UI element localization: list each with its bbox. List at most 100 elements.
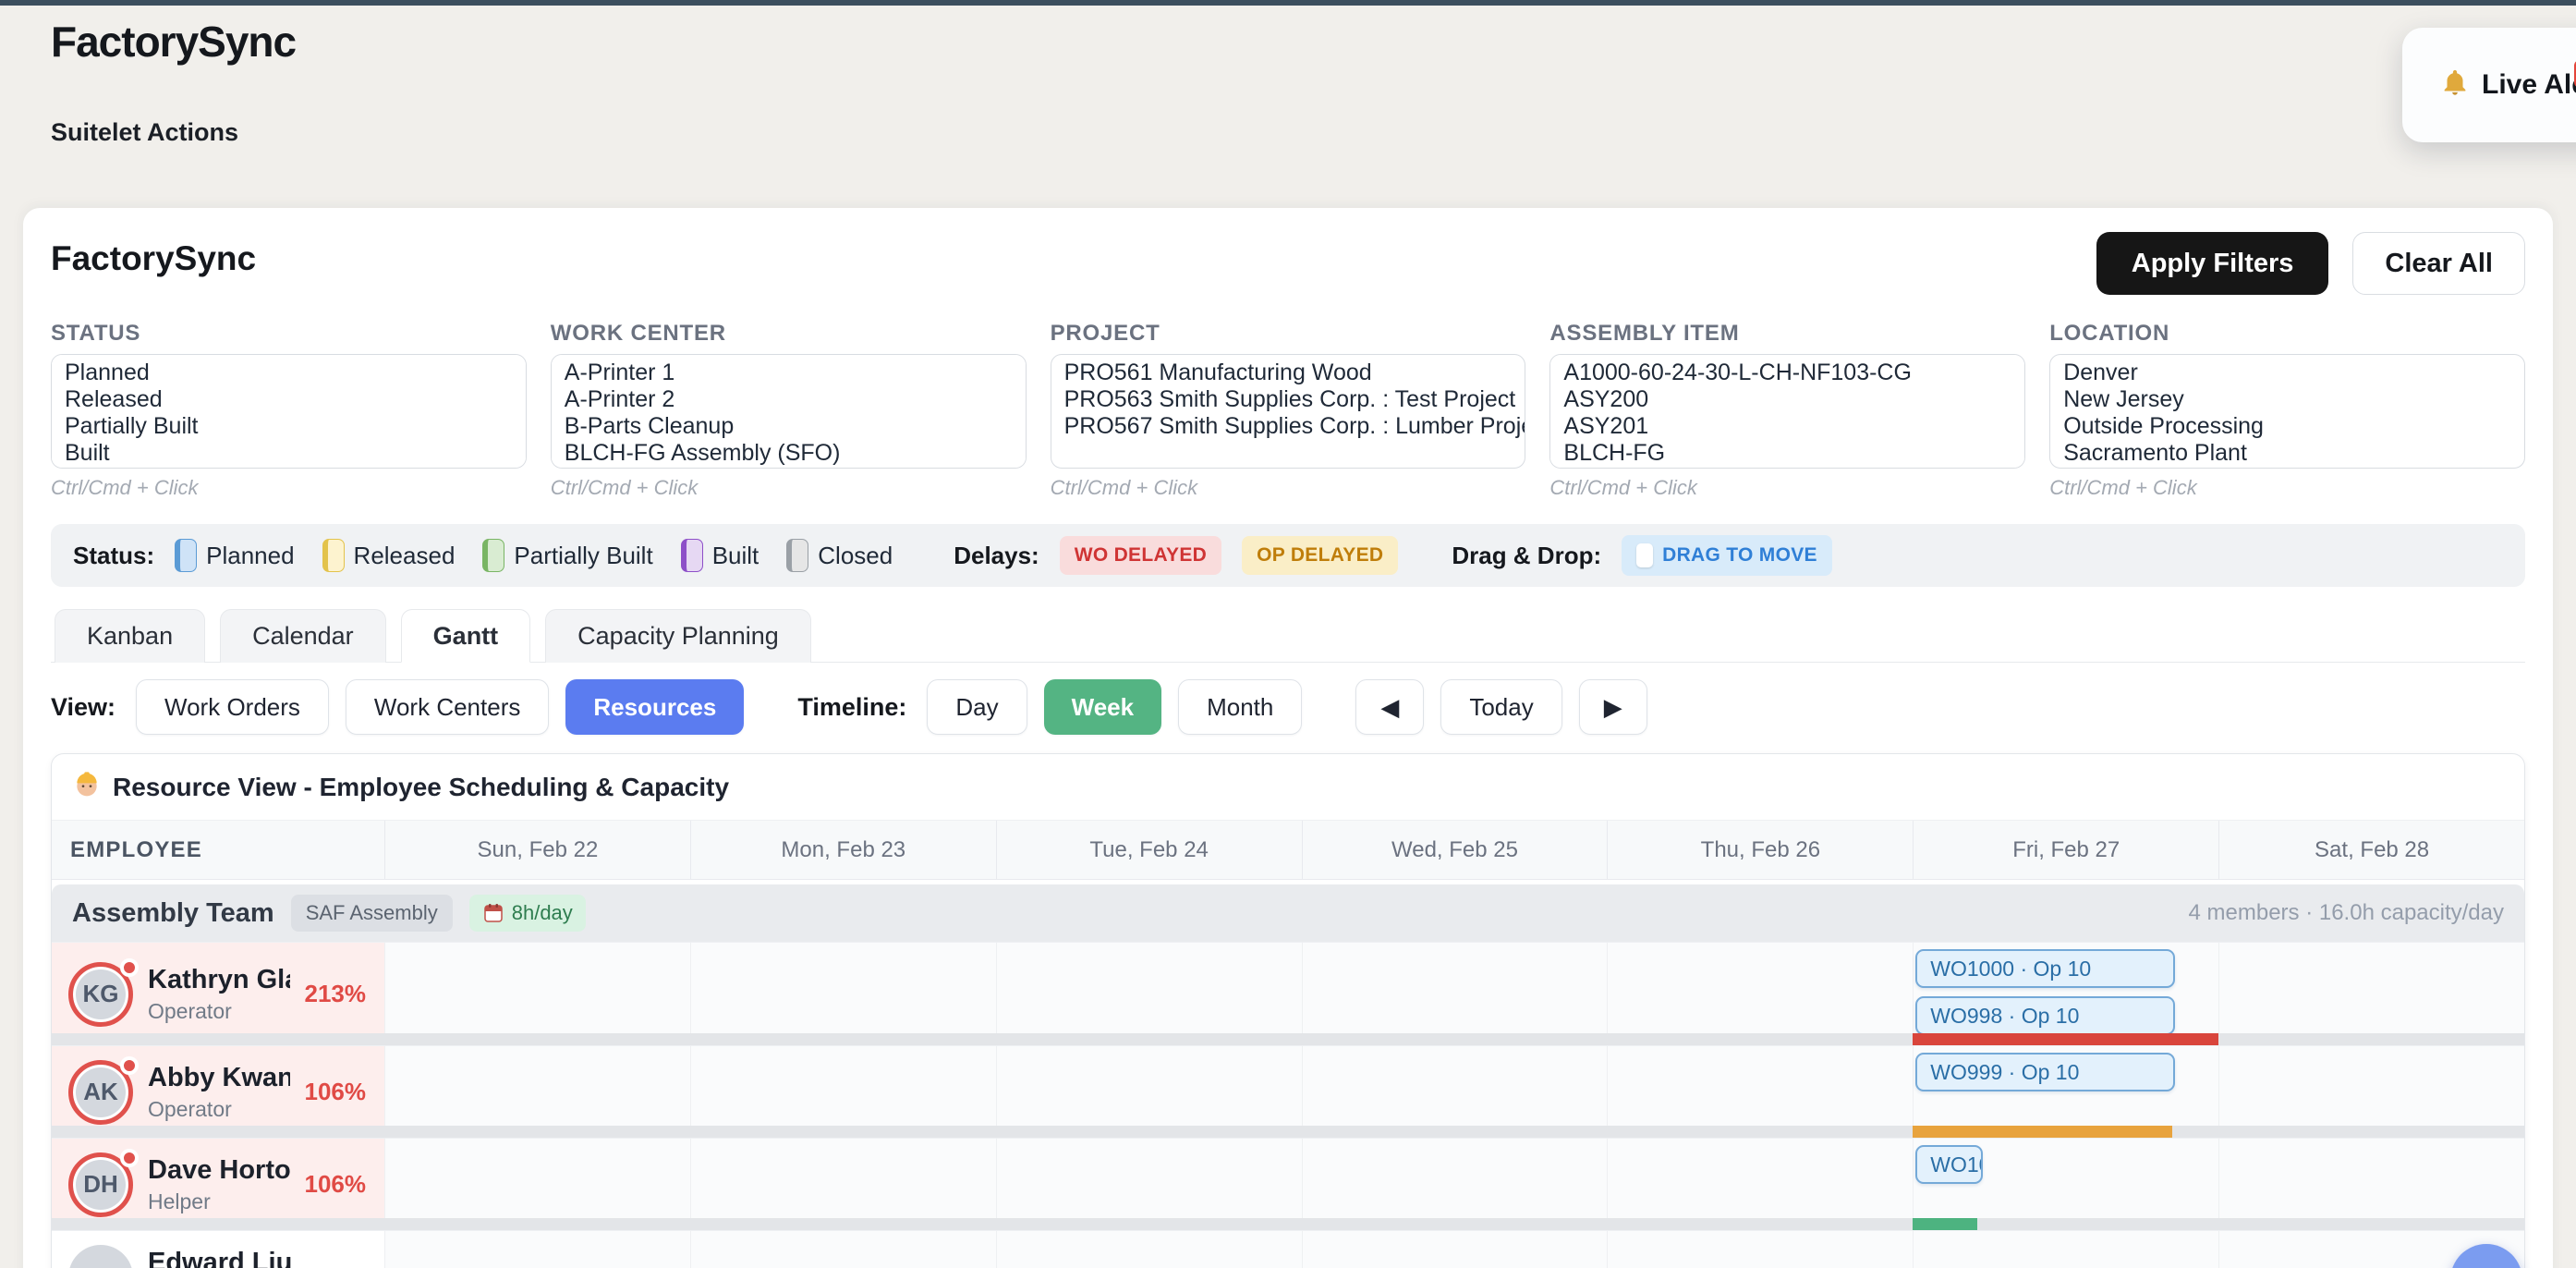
day-cell [690, 1231, 996, 1268]
work-order-bar[interactable]: WO999 · Op 10 [1915, 1053, 2174, 1091]
filter-hint: Ctrl/Cmd + Click [51, 476, 527, 500]
tab-kanban[interactable]: Kanban [55, 609, 205, 663]
filter-option[interactable]: Denver [2063, 360, 2524, 386]
filter-label: WORK CENTER [551, 321, 1027, 347]
capacity-strip-fill [1913, 1218, 1976, 1230]
drag-handle-icon [1636, 543, 1653, 567]
timeline-month-button[interactable]: Month [1178, 679, 1302, 735]
calendar-icon [482, 902, 504, 924]
filter-option[interactable]: B-Parts Cleanup [565, 413, 1026, 440]
employee-cell[interactable]: KG Kathryn Gla... Operator 213% [52, 943, 384, 1045]
wo-delayed-badge: WO DELAYED [1060, 536, 1221, 575]
day-cell [384, 1139, 690, 1230]
apply-filters-button[interactable]: Apply Filters [2096, 232, 2329, 295]
filter-hint: Ctrl/Cmd + Click [551, 476, 1027, 500]
released-swatch [322, 539, 345, 572]
work-order-bar[interactable]: WO998 · Op 10 [1915, 996, 2174, 1035]
filter-option[interactable]: PRO563 Smith Supplies Corp. : Test Proje… [1064, 386, 1525, 413]
team-summary: 4 members · 16.0h capacity/day [2189, 900, 2505, 926]
filter-option[interactable]: BLCH-FG [1563, 440, 2024, 467]
day-cell [996, 1139, 1302, 1230]
employee-name: Abby Kwan [148, 1063, 290, 1093]
day-cell: WO1000 · Op 10 WO998 · Op 10 [1913, 943, 2218, 1045]
filter-group-work-center: WORK CENTER A-Printer 1 A-Printer 2 B-Pa… [551, 321, 1027, 500]
day-cell [1302, 1231, 1608, 1268]
project-listbox[interactable]: PRO561 Manufacturing Wood PRO563 Smith S… [1051, 354, 1526, 469]
legend-item-partially-built: Partially Built [482, 539, 652, 572]
employee-cell[interactable]: DH Dave Horton Helper 106% [52, 1139, 384, 1230]
overload-dot [120, 1149, 139, 1167]
filter-hint: Ctrl/Cmd + Click [1051, 476, 1526, 500]
view-work-centers-button[interactable]: Work Centers [346, 679, 549, 735]
today-button[interactable]: Today [1440, 679, 1561, 735]
assembly-item-listbox[interactable]: A1000-60-24-30-L-CH-NF103-CG ASY200 ASY2… [1549, 354, 2025, 469]
day-header: Wed, Feb 25 [1302, 821, 1608, 879]
filter-label: LOCATION [2049, 321, 2525, 347]
work-center-listbox[interactable]: A-Printer 1 A-Printer 2 B-Parts Cleanup … [551, 354, 1027, 469]
filter-option[interactable]: Sacramento Plant [2063, 440, 2524, 467]
filter-option[interactable]: BLCH-FG-24 (SFO) [565, 467, 1026, 469]
app-title: FactorySync [51, 17, 296, 67]
view-resources-button[interactable]: Resources [565, 679, 744, 735]
planned-swatch [175, 539, 197, 572]
work-order-bar[interactable]: WO1000 · Op 10 [1915, 949, 2174, 988]
prev-period-button[interactable]: ◀ [1355, 679, 1424, 735]
filter-option[interactable]: Planned [65, 360, 526, 386]
filter-option[interactable]: A-Printer 2 [565, 386, 1026, 413]
day-cell: WO1001 · Op 10 [1913, 1139, 2218, 1230]
employee-row: AK Abby Kwan Operator 106% WO999 · Op 10 [52, 1045, 2524, 1138]
day-cell [996, 1231, 1302, 1268]
filter-option[interactable]: Closed [65, 467, 526, 469]
tab-calendar[interactable]: Calendar [220, 609, 386, 663]
resource-view-card: Resource View - Employee Scheduling & Ca… [51, 753, 2525, 1268]
legend-dragdrop-label: Drag & Drop: [1452, 542, 1601, 570]
filter-option[interactable]: Released [65, 386, 526, 413]
work-order-bar[interactable]: WO1001 · Op 10 [1915, 1145, 1983, 1184]
employee-row: EL Edward Liu Helper [52, 1230, 2524, 1268]
team-group-header[interactable]: Assembly Team SAF Assembly 8h/day 4 memb… [52, 884, 2524, 942]
employee-cell[interactable]: AK Abby Kwan Operator 106% [52, 1046, 384, 1138]
tab-capacity-planning[interactable]: Capacity Planning [545, 609, 811, 663]
legend-item-built: Built [681, 539, 759, 572]
filter-hint: Ctrl/Cmd + Click [2049, 476, 2525, 500]
day-cell [1607, 1231, 1913, 1268]
day-cell [2218, 1046, 2524, 1138]
location-listbox[interactable]: Denver New Jersey Outside Processing Sac… [2049, 354, 2525, 469]
employee-cell[interactable]: EL Edward Liu Helper [52, 1231, 384, 1268]
gantt-controls: View: Work Orders Work Centers Resources… [51, 679, 2525, 735]
filter-option[interactable]: Built [65, 440, 526, 467]
next-period-button[interactable]: ▶ [1579, 679, 1647, 735]
filter-label: PROJECT [1051, 321, 1526, 347]
live-alerts-panel[interactable]: Live Alerts [2402, 28, 2576, 142]
timeline-day-button[interactable]: Day [927, 679, 1027, 735]
status-listbox[interactable]: Planned Released Partially Built Built C… [51, 354, 527, 469]
timeline-week-button[interactable]: Week [1044, 679, 1161, 735]
filter-option[interactable]: ASY200 [1563, 386, 2024, 413]
filter-group-status: STATUS Planned Released Partially Built … [51, 321, 527, 500]
worker-icon [72, 769, 102, 805]
filter-option[interactable]: Outside Processing [2063, 413, 2524, 440]
view-work-orders-button[interactable]: Work Orders [136, 679, 329, 735]
filter-option[interactable]: New Jersey [2063, 386, 2524, 413]
filter-option[interactable]: PRO567 Smith Supplies Corp. : Lumber Pro… [1064, 413, 1525, 440]
day-cell [1607, 1046, 1913, 1138]
filter-option[interactable]: Partially Built [65, 413, 526, 440]
filter-option[interactable]: Classic Mahogany Canoe 24 Inches (Case o… [1563, 467, 2024, 469]
filter-group-assembly-item: ASSEMBLY ITEM A1000-60-24-30-L-CH-NF103-… [1549, 321, 2025, 500]
employee-name: Dave Horton [148, 1155, 290, 1186]
tab-gantt[interactable]: Gantt [401, 609, 531, 663]
clear-all-button[interactable]: Clear All [2352, 232, 2525, 295]
day-header: Tue, Feb 24 [996, 821, 1302, 879]
day-cell: WO999 · Op 10 [1913, 1046, 2218, 1138]
filter-option[interactable]: ASY201 [1563, 413, 2024, 440]
filter-option[interactable]: A-Printer 1 [565, 360, 1026, 386]
employee-name: Kathryn Gla... [148, 965, 290, 995]
view-tabs: Kanban Calendar Gantt Capacity Planning [51, 609, 2525, 663]
filter-option[interactable]: BLCH-FG Assembly (SFO) [565, 440, 1026, 467]
filter-label: STATUS [51, 321, 527, 347]
utilization-percent: 106% [305, 1078, 367, 1106]
filter-option[interactable]: PRO561 Manufacturing Wood [1064, 360, 1525, 386]
filter-group-location: LOCATION Denver New Jersey Outside Proce… [2049, 321, 2525, 500]
filter-option[interactable]: A1000-60-24-30-L-CH-NF103-CG [1563, 360, 2024, 386]
overload-dot [120, 958, 139, 977]
